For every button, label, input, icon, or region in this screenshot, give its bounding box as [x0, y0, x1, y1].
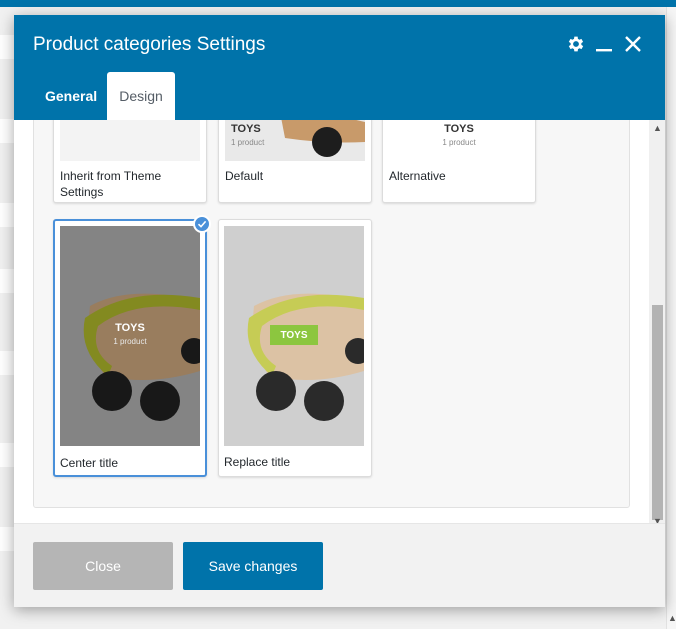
modal-scrollbar[interactable]: ▲ ▼ — [649, 120, 665, 526]
style-card-center-title[interactable]: TOYS 1 product Center title — [53, 215, 211, 477]
style-card-replace-title[interactable]: TOYS Replace title — [218, 219, 372, 477]
style-card-label: Alternative — [389, 169, 446, 183]
thumb-subtitle: 1 product — [231, 138, 265, 147]
thumb-title: TOYS — [444, 123, 474, 135]
thumb-title-badge: TOYS — [270, 325, 318, 345]
admin-top-bar — [0, 0, 676, 7]
style-card-label: Default — [225, 169, 264, 183]
modal-body: Inherit from Theme Settings TOYS 1 produ… — [14, 120, 665, 523]
style-card-alternative[interactable]: TOYS 1 product Alternative — [382, 120, 536, 203]
style-options-panel: Inherit from Theme Settings TOYS 1 produ… — [33, 120, 630, 508]
save-changes-button[interactable]: Save changes — [183, 542, 323, 590]
thumb-title: TOYS — [231, 123, 261, 135]
style-thumbnail: TOYS — [224, 226, 364, 446]
tab-general[interactable]: General — [33, 72, 109, 120]
thumb-title: TOYS — [115, 322, 145, 334]
minimize-icon[interactable] — [593, 33, 615, 55]
style-thumbnail — [60, 120, 200, 161]
modal-footer: Close Save changes — [14, 523, 665, 607]
tab-design[interactable]: Design — [107, 72, 175, 120]
close-icon[interactable] — [622, 33, 644, 55]
page-scrollbar[interactable]: ▲ — [666, 7, 676, 629]
settings-modal: Product categories Settings General Desi… — [14, 15, 665, 607]
style-card-inherit[interactable]: Inherit from Theme Settings — [53, 120, 207, 203]
check-icon — [193, 215, 211, 233]
style-thumbnail: TOYS 1 product — [225, 120, 365, 161]
style-card-label: Center title — [60, 456, 119, 470]
scrollbar-thumb[interactable] — [652, 305, 663, 520]
modal-header: Product categories Settings General Desi… — [14, 15, 665, 120]
modal-title: Product categories Settings — [33, 34, 266, 55]
style-card-label: Inherit from Theme Settings — [60, 169, 162, 199]
thumb-subtitle: 1 product — [113, 337, 147, 346]
scroll-up-icon[interactable]: ▲ — [653, 123, 662, 133]
thumb-subtitle: 1 product — [442, 138, 476, 147]
gear-icon[interactable] — [565, 33, 587, 55]
style-card-default[interactable]: TOYS 1 product Default — [218, 120, 372, 203]
style-thumbnail: TOYS 1 product — [60, 226, 200, 446]
close-button[interactable]: Close — [33, 542, 173, 590]
style-card-label: Replace title — [224, 455, 291, 469]
toy-car-image — [60, 226, 200, 446]
style-thumbnail: TOYS 1 product — [389, 120, 529, 161]
